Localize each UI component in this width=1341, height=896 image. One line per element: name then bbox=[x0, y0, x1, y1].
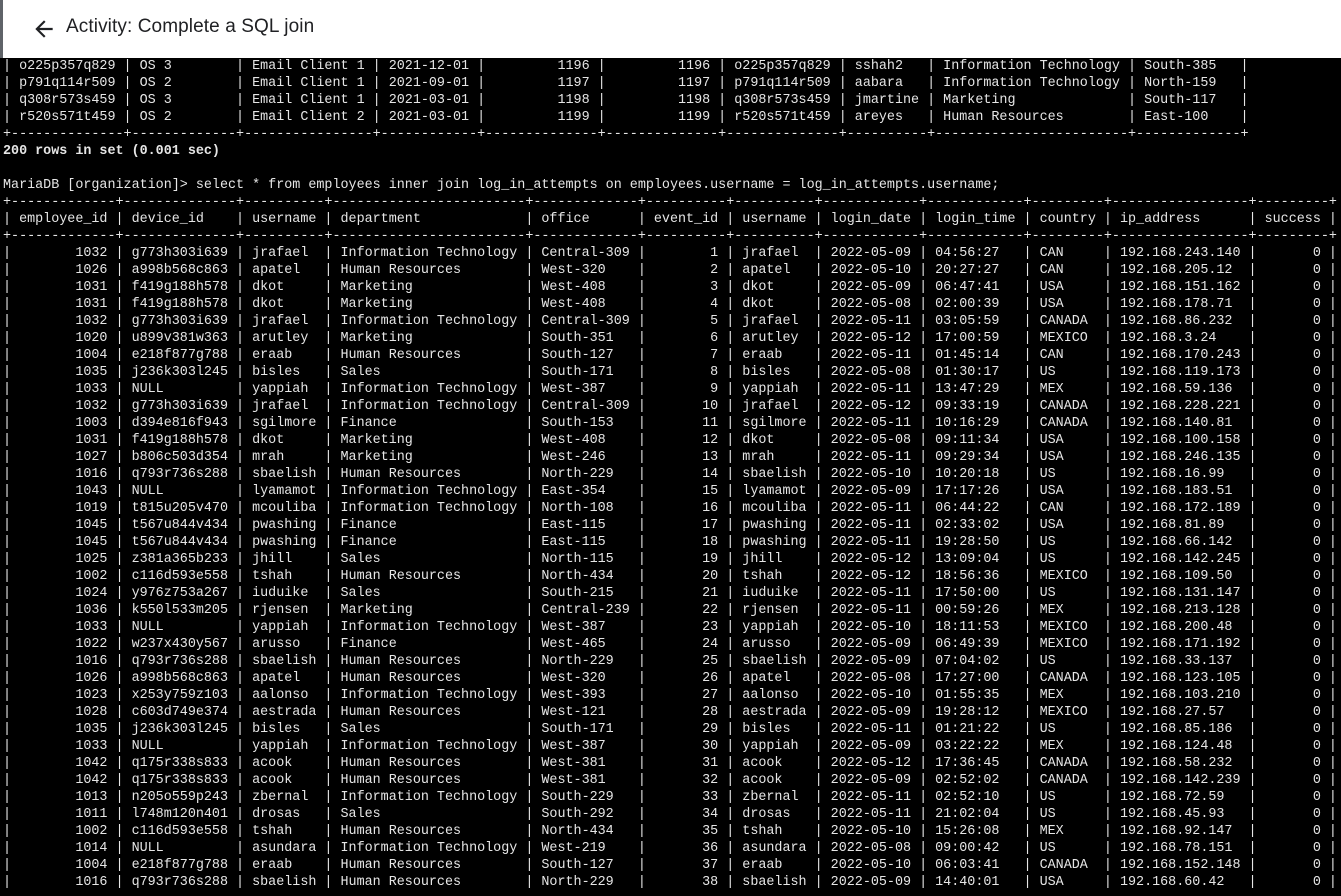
terminal-line: | 1032 | g773h303i639 | jrafael | Inform… bbox=[3, 399, 1337, 414]
terminal-line: 200 rows in set (0.001 sec) bbox=[3, 144, 220, 159]
terminal-line: | 1004 | e218f877g788 | eraab | Human Re… bbox=[3, 858, 1337, 873]
terminal-line: | 1023 | x253y759z103 | aalonso | Inform… bbox=[3, 688, 1337, 703]
terminal-line: | 1033 | NULL | yappiah | Information Te… bbox=[3, 739, 1337, 754]
terminal-line: | 1025 | z381a365b233 | jhill | Sales | … bbox=[3, 552, 1337, 567]
terminal-line: | 1013 | n205o559p243 | zbernal | Inform… bbox=[3, 790, 1337, 805]
terminal-line: | 1031 | f419g188h578 | dkot | Marketing… bbox=[3, 297, 1337, 312]
terminal-line: | 1011 | l748m120n401 | drosas | Sales |… bbox=[3, 807, 1337, 822]
terminal-line: | 1045 | t567u844v434 | pwashing | Finan… bbox=[3, 535, 1337, 550]
terminal-line: | 1014 | NULL | asundara | Information T… bbox=[3, 841, 1337, 856]
terminal-line: | 1026 | a998b568c863 | apatel | Human R… bbox=[3, 671, 1337, 686]
terminal-line: | 1002 | c116d593e558 | tshah | Human Re… bbox=[3, 824, 1337, 839]
terminal-line: | 1019 | t815u205v470 | mcouliba | Infor… bbox=[3, 501, 1337, 516]
terminal-line: +--------------+-------------+----------… bbox=[3, 127, 1249, 142]
arrow-left-icon[interactable] bbox=[31, 16, 57, 42]
terminal-line: | q308r573s459 | OS 3 | Email Client 1 |… bbox=[3, 93, 1249, 108]
terminal-line: | 1028 | c603d749e374 | aestrada | Human… bbox=[3, 705, 1337, 720]
terminal-line: | 1016 | q793r736s288 | sbaelish | Human… bbox=[3, 467, 1337, 482]
terminal-line: | employee_id | device_id | username | d… bbox=[3, 212, 1337, 227]
terminal-line: | 1042 | q175r338s833 | acook | Human Re… bbox=[3, 756, 1337, 771]
terminal-line: | 1032 | g773h303i639 | jrafael | Inform… bbox=[3, 246, 1337, 261]
terminal-text: | o225p357q829 | OS 3 | Email Client 1 |… bbox=[0, 58, 1341, 891]
terminal-line: | 1027 | b806c503d354 | mrah | Marketing… bbox=[3, 450, 1337, 465]
terminal-line: | 1045 | t567u844v434 | pwashing | Finan… bbox=[3, 518, 1337, 533]
page-title: Activity: Complete a SQL join bbox=[66, 16, 315, 37]
terminal-line: | 1020 | u899v381w363 | arutley | Market… bbox=[3, 331, 1337, 346]
terminal-line: | 1026 | a998b568c863 | apatel | Human R… bbox=[3, 263, 1337, 278]
terminal-line: | 1035 | j236k303l245 | bisles | Sales |… bbox=[3, 365, 1337, 380]
terminal-line: | 1043 | NULL | lyamamot | Information T… bbox=[3, 484, 1337, 499]
terminal-line: | 1031 | f419g188h578 | dkot | Marketing… bbox=[3, 280, 1337, 295]
terminal-line: | 1002 | c116d593e558 | tshah | Human Re… bbox=[3, 569, 1337, 584]
terminal-line: | 1033 | NULL | yappiah | Information Te… bbox=[3, 620, 1337, 635]
terminal-line: | 1004 | e218f877g788 | eraab | Human Re… bbox=[3, 348, 1337, 363]
terminal-line: | r520s571t459 | OS 2 | Email Client 2 |… bbox=[3, 110, 1249, 125]
terminal-line: | 1003 | d394e816f943 | sgilmore | Finan… bbox=[3, 416, 1337, 431]
terminal-line: | 1033 | NULL | yappiah | Information Te… bbox=[3, 382, 1337, 397]
activity-header: Activity: Complete a SQL join bbox=[0, 0, 1341, 58]
terminal-output[interactable]: | o225p357q829 | OS 3 | Email Client 1 |… bbox=[0, 58, 1341, 896]
terminal-line: | 1016 | q793r736s288 | sbaelish | Human… bbox=[3, 654, 1337, 669]
terminal-line: | 1031 | f419g188h578 | dkot | Marketing… bbox=[3, 433, 1337, 448]
terminal-line: | 1036 | k550l533m205 | rjensen | Market… bbox=[3, 603, 1337, 618]
terminal-line: | 1016 | q793r736s288 | sbaelish | Human… bbox=[3, 875, 1337, 890]
terminal-line: | 1032 | g773h303i639 | jrafael | Inform… bbox=[3, 314, 1337, 329]
terminal-line: +-------------+--------------+----------… bbox=[3, 229, 1337, 244]
terminal-line: +-------------+--------------+----------… bbox=[3, 195, 1337, 210]
terminal-line: | o225p357q829 | OS 3 | Email Client 1 |… bbox=[3, 59, 1249, 74]
terminal-line: MariaDB [organization]> select * from em… bbox=[3, 178, 1000, 193]
terminal-line: | 1042 | q175r338s833 | acook | Human Re… bbox=[3, 773, 1337, 788]
terminal-line: | 1022 | w237x430y567 | arusso | Finance… bbox=[3, 637, 1337, 652]
terminal-line: | 1024 | y976z753a267 | iuduike | Sales … bbox=[3, 586, 1337, 601]
terminal-line: | p791q114r509 | OS 2 | Email Client 1 |… bbox=[3, 76, 1249, 91]
terminal-line: | 1035 | j236k303l245 | bisles | Sales |… bbox=[3, 722, 1337, 737]
